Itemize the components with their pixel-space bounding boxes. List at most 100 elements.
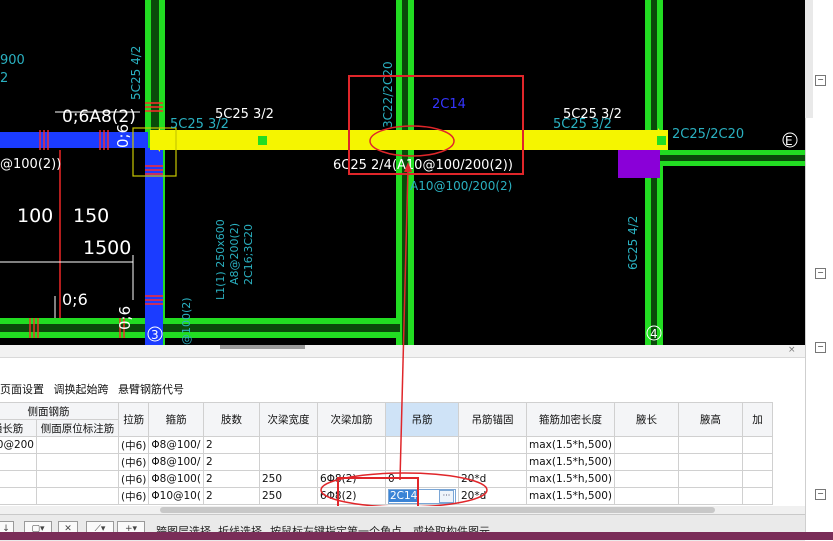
table-cell[interactable] <box>678 436 744 454</box>
table-cell[interactable] <box>614 487 680 505</box>
table-cell[interactable] <box>0 487 37 505</box>
label-vert-cyan: 3C22/2C20 <box>381 61 395 128</box>
ellipsis-button[interactable]: ··· <box>438 489 454 503</box>
label-beam-l1-v2: A8@200(2) <box>228 223 241 285</box>
cantilever-rebar-code-link[interactable]: 悬臂钢筋代号 <box>118 383 184 396</box>
page-setup-link[interactable]: 页面设置 <box>0 383 44 396</box>
table-cell[interactable]: Φ10@10( <box>148 487 204 505</box>
column-header-tie[interactable]: 拉筋 <box>117 402 150 437</box>
table-cell[interactable]: 0@200 <box>0 436 37 454</box>
collapse-icon-3[interactable]: − <box>815 342 826 353</box>
hanger-cell-editing[interactable]: 2C14 ··· <box>384 487 459 505</box>
table-row[interactable]: (中6) Φ8@100/ 2 max(1.5*h,500) <box>0 453 774 471</box>
table-cell[interactable]: 6Φ8(2) <box>316 470 386 488</box>
table-cell[interactable]: Φ8@100/ <box>148 453 204 471</box>
table-cell[interactable]: 20*d <box>457 487 527 505</box>
table-cell[interactable] <box>316 436 386 454</box>
table-cell[interactable] <box>36 436 119 454</box>
table-cell[interactable]: 2 <box>202 470 260 488</box>
collapse-icon-4[interactable]: − <box>815 489 826 500</box>
column-header-hanger-anchor[interactable]: 吊筋锚固 <box>457 402 527 437</box>
table-cell[interactable] <box>0 470 37 488</box>
table-cell[interactable] <box>742 487 774 505</box>
label-beam-l1-v: L1(1) 250x600 <box>214 219 227 300</box>
table-cell[interactable]: max(1.5*h,500) <box>525 470 616 488</box>
table-cell[interactable]: max(1.5*h,500) <box>525 436 616 454</box>
column-header-secondary-extra[interactable]: 次梁加筋 <box>316 402 386 437</box>
table-row[interactable]: 0@200 (中6) Φ8@100/ 2 max(1.5*h,500) <box>0 436 774 454</box>
table-cell[interactable] <box>614 470 680 488</box>
table-cell[interactable]: Φ8@100( <box>148 470 204 488</box>
table-cell[interactable] <box>678 453 744 471</box>
panel-header-bar[interactable]: × <box>0 345 805 358</box>
table-cell[interactable]: 250 <box>258 487 318 505</box>
table-cell[interactable] <box>258 436 318 454</box>
table-cell[interactable]: max(1.5*h,500) <box>525 487 616 505</box>
table-cell[interactable] <box>384 453 459 471</box>
table-cell[interactable] <box>742 470 774 488</box>
table-cell[interactable]: (中6) <box>117 453 150 471</box>
panel-resize-grip[interactable] <box>220 345 305 349</box>
collapse-icon-1[interactable]: − <box>815 75 826 86</box>
purple-column[interactable] <box>618 150 660 178</box>
axis-label-3: 3 <box>151 328 159 342</box>
table-cell[interactable] <box>678 487 744 505</box>
table-cell[interactable] <box>614 453 680 471</box>
table-cell[interactable]: (中6) <box>117 436 150 454</box>
hanger-edit-input[interactable]: 2C14 ··· <box>387 488 456 504</box>
selected-yellow-beam[interactable] <box>150 130 668 150</box>
column-header-legs[interactable]: 肢数 <box>202 402 260 437</box>
table-cell[interactable]: (中6) <box>117 487 150 505</box>
column-header-stirrup[interactable]: 箍筋 <box>148 402 204 437</box>
table-cell[interactable]: 6Φ8(2) <box>316 487 386 505</box>
table-cell[interactable] <box>678 470 744 488</box>
table-cell[interactable] <box>36 453 119 471</box>
table-cell[interactable] <box>36 470 119 488</box>
table-cell[interactable]: max(1.5*h,500) <box>525 453 616 471</box>
table-cell[interactable]: Φ8@100/ <box>148 436 204 454</box>
table-cell[interactable] <box>258 453 318 471</box>
column-header-hanger[interactable]: 吊筋 <box>384 402 459 437</box>
label-span-top-left-cyan: 5C25 3/2 <box>170 117 229 132</box>
table-cell[interactable] <box>457 453 527 471</box>
table-cell[interactable] <box>36 487 119 505</box>
table-cell[interactable]: 2 <box>202 487 260 505</box>
column-header-dense-length[interactable]: 箍筋加密长度 <box>525 402 616 437</box>
rebar-table: 侧面钢筋 拉筋 箍筋 肢数 次梁宽度 次梁加筋 吊筋 吊筋锚固 箍筋加密长度 腋… <box>0 402 774 505</box>
table-cell[interactable]: 0 <box>384 470 459 488</box>
scrollbar-thumb[interactable] <box>160 507 715 513</box>
table-cell[interactable]: 2 <box>202 436 260 454</box>
column-header-secondary-width[interactable]: 次梁宽度 <box>258 402 318 437</box>
rebar-input-panel: × 页面设置 调换起始跨 悬臂钢筋代号 侧面钢筋 拉筋 箍筋 肢数 次梁宽度 次… <box>0 345 805 520</box>
table-cell[interactable] <box>316 453 386 471</box>
column-header-continuous[interactable]: 通长筋 <box>0 419 37 437</box>
table-cell[interactable] <box>742 436 774 454</box>
column-header-more[interactable]: 加 <box>742 402 774 437</box>
table-row[interactable]: (中6) Φ10@10( 2 250 6Φ8(2) 2C14 ··· 20*d … <box>0 487 774 505</box>
table-cell[interactable] <box>384 436 459 454</box>
table-cell[interactable]: 20*d <box>457 470 527 488</box>
collapse-icon-2[interactable]: − <box>815 268 826 279</box>
table-cell[interactable]: 250 <box>258 470 318 488</box>
table-cell[interactable]: (中6) <box>117 470 150 488</box>
close-icon[interactable]: × <box>788 345 796 355</box>
blue-column-left[interactable] <box>145 148 163 345</box>
table-cell[interactable] <box>457 436 527 454</box>
table-cell[interactable]: 2 <box>202 453 260 471</box>
swap-start-span-link[interactable]: 调换起始跨 <box>54 383 109 396</box>
column-header-side-inplace[interactable]: 侧面原位标注筋 <box>36 419 119 437</box>
table-cell[interactable] <box>0 453 37 471</box>
label-beam-left-dim: 0;6 <box>114 124 132 148</box>
horizontal-scrollbar[interactable] <box>0 506 805 514</box>
column-header-haunch-height[interactable]: 腋高 <box>678 402 744 437</box>
table-cell[interactable] <box>742 453 774 471</box>
label-left-edge-top2: 2 <box>0 71 8 86</box>
table-row[interactable]: (中6) Φ8@100( 2 250 6Φ8(2) 0 20*d max(1.5… <box>0 470 774 488</box>
column-header-haunch-length[interactable]: 腋长 <box>614 402 680 437</box>
axis-label-4: 4 <box>650 327 658 341</box>
hanger-edit-value: 2C14 <box>388 489 419 502</box>
cad-drawing-canvas[interactable]: 900 2 0;6A8(2) 0;6 @100(2)) 100 150 1500… <box>0 0 805 345</box>
taskbar-strip <box>0 532 833 540</box>
vertical-scrollbar[interactable] <box>805 0 813 118</box>
table-cell[interactable] <box>614 436 680 454</box>
